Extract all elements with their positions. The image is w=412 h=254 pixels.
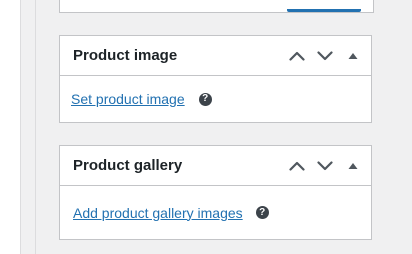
chevron-up-icon: [289, 51, 305, 61]
gutter-divider: [35, 0, 36, 254]
product-image-handle-actions: [283, 38, 371, 74]
product-image-header: Product image: [60, 36, 371, 76]
move-up-button[interactable]: [283, 38, 311, 74]
chevron-down-icon: [317, 50, 333, 60]
move-down-button[interactable]: [311, 38, 339, 74]
previous-postbox-button[interactable]: [287, 9, 361, 12]
left-panel: [0, 0, 21, 254]
add-product-gallery-images-link[interactable]: Add product gallery images: [73, 205, 243, 221]
chevron-up-icon: [289, 161, 305, 171]
toggle-panel-button[interactable]: [339, 38, 367, 74]
toggle-panel-button[interactable]: [339, 148, 367, 184]
product-gallery-inside: Add product gallery images ?: [60, 186, 371, 239]
move-down-button[interactable]: [311, 148, 339, 184]
move-up-button[interactable]: [283, 148, 311, 184]
chevron-down-icon: [317, 160, 333, 170]
product-image-title: Product image: [73, 47, 178, 64]
triangle-up-icon: [348, 162, 358, 169]
product-gallery-handle-actions: [283, 148, 371, 184]
help-icon[interactable]: ?: [255, 206, 269, 219]
product-gallery-header: Product gallery: [60, 146, 371, 186]
set-product-image-link[interactable]: Set product image: [71, 91, 185, 107]
triangle-up-icon: [348, 52, 358, 59]
previous-postbox: [59, 0, 374, 13]
product-image-postbox: Product image Set product image ?: [59, 35, 372, 123]
help-icon[interactable]: ?: [198, 92, 212, 106]
product-gallery-title: Product gallery: [73, 157, 183, 174]
product-gallery-postbox: Product gallery Add product gallery imag…: [59, 145, 372, 240]
product-image-inside: Set product image ?: [60, 76, 371, 122]
